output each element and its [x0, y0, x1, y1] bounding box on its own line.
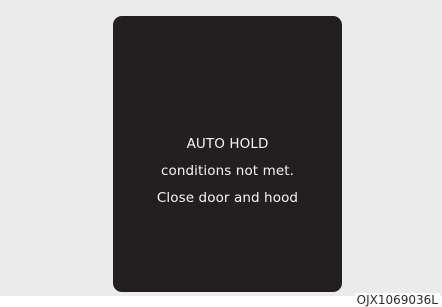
figure-code-label: OJX1069036L	[354, 293, 440, 307]
message-line-instruction: Close door and hood	[156, 190, 299, 206]
message-line-condition: conditions not met.	[160, 163, 295, 179]
message-line-title: AUTO HOLD	[186, 136, 269, 152]
cluster-display-screen: AUTO HOLD conditions not met. Close door…	[113, 16, 342, 292]
warning-message: AUTO HOLD conditions not met. Close door…	[113, 131, 342, 212]
illustration-frame: AUTO HOLD conditions not met. Close door…	[0, 0, 442, 296]
